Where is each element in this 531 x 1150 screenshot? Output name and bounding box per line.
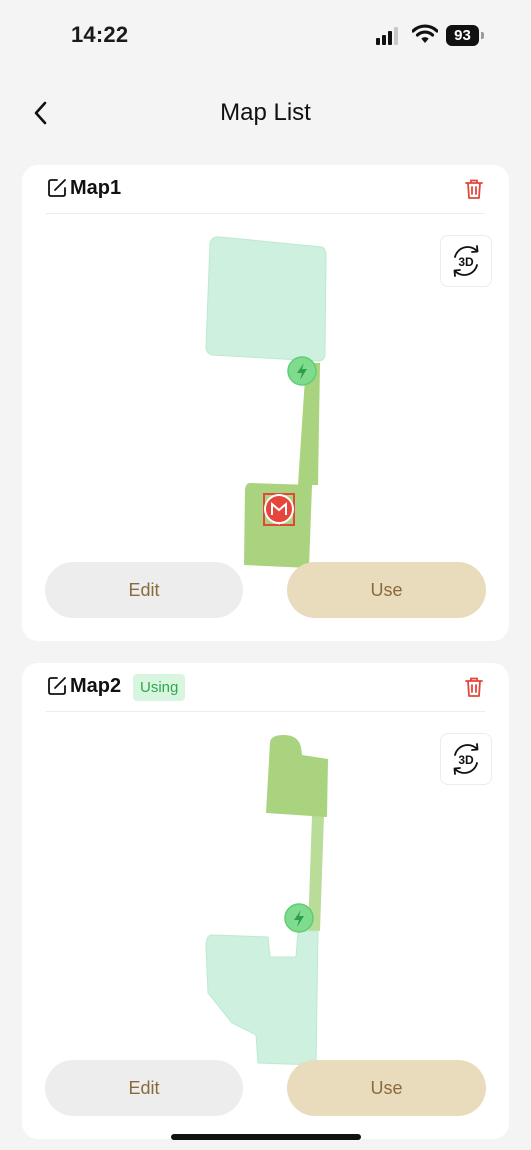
rotate-3d-icon: 3D <box>453 245 479 277</box>
delete-icon[interactable] <box>462 675 486 699</box>
edit-button[interactable]: Edit <box>45 1060 243 1116</box>
divider <box>46 711 485 712</box>
charging-station-icon <box>284 903 314 933</box>
status-bar: 14:22 93 <box>0 0 531 72</box>
map-card: Map1 3D Edit Use <box>22 165 509 641</box>
map-card: Map2 Using 3D Edit Use <box>22 663 509 1139</box>
edit-name-icon[interactable] <box>46 177 68 199</box>
wifi-icon <box>412 24 438 43</box>
use-button[interactable]: Use <box>287 562 486 618</box>
svg-text:3D: 3D <box>458 255 474 269</box>
nav-header: Map List <box>0 84 531 144</box>
page-title: Map List <box>220 99 311 126</box>
map-zone <box>266 735 328 817</box>
card-header: Map1 <box>22 165 509 214</box>
rotate-3d-icon: 3D <box>453 743 479 775</box>
battery-icon: 93 <box>446 25 484 46</box>
map-name: Map2 <box>70 675 122 697</box>
map-name: Map1 <box>70 177 122 199</box>
svg-text:3D: 3D <box>458 753 474 767</box>
status-time: 14:22 <box>71 22 129 47</box>
home-indicator[interactable] <box>171 1134 361 1140</box>
use-button[interactable]: Use <box>287 1060 486 1116</box>
edit-button[interactable]: Edit <box>45 562 243 618</box>
map-zone <box>205 930 319 1066</box>
edit-name-icon[interactable] <box>46 675 68 697</box>
map-zone <box>205 236 327 362</box>
view-3d-button[interactable]: 3D <box>440 733 492 785</box>
cellular-signal-icon <box>376 27 404 45</box>
delete-icon[interactable] <box>462 177 486 201</box>
status-badge: Using <box>133 674 186 701</box>
charging-station-icon <box>287 356 317 386</box>
divider <box>46 213 485 214</box>
card-header: Map2 Using <box>22 663 509 712</box>
battery-level: 93 <box>446 25 479 46</box>
view-3d-button[interactable]: 3D <box>440 235 492 287</box>
